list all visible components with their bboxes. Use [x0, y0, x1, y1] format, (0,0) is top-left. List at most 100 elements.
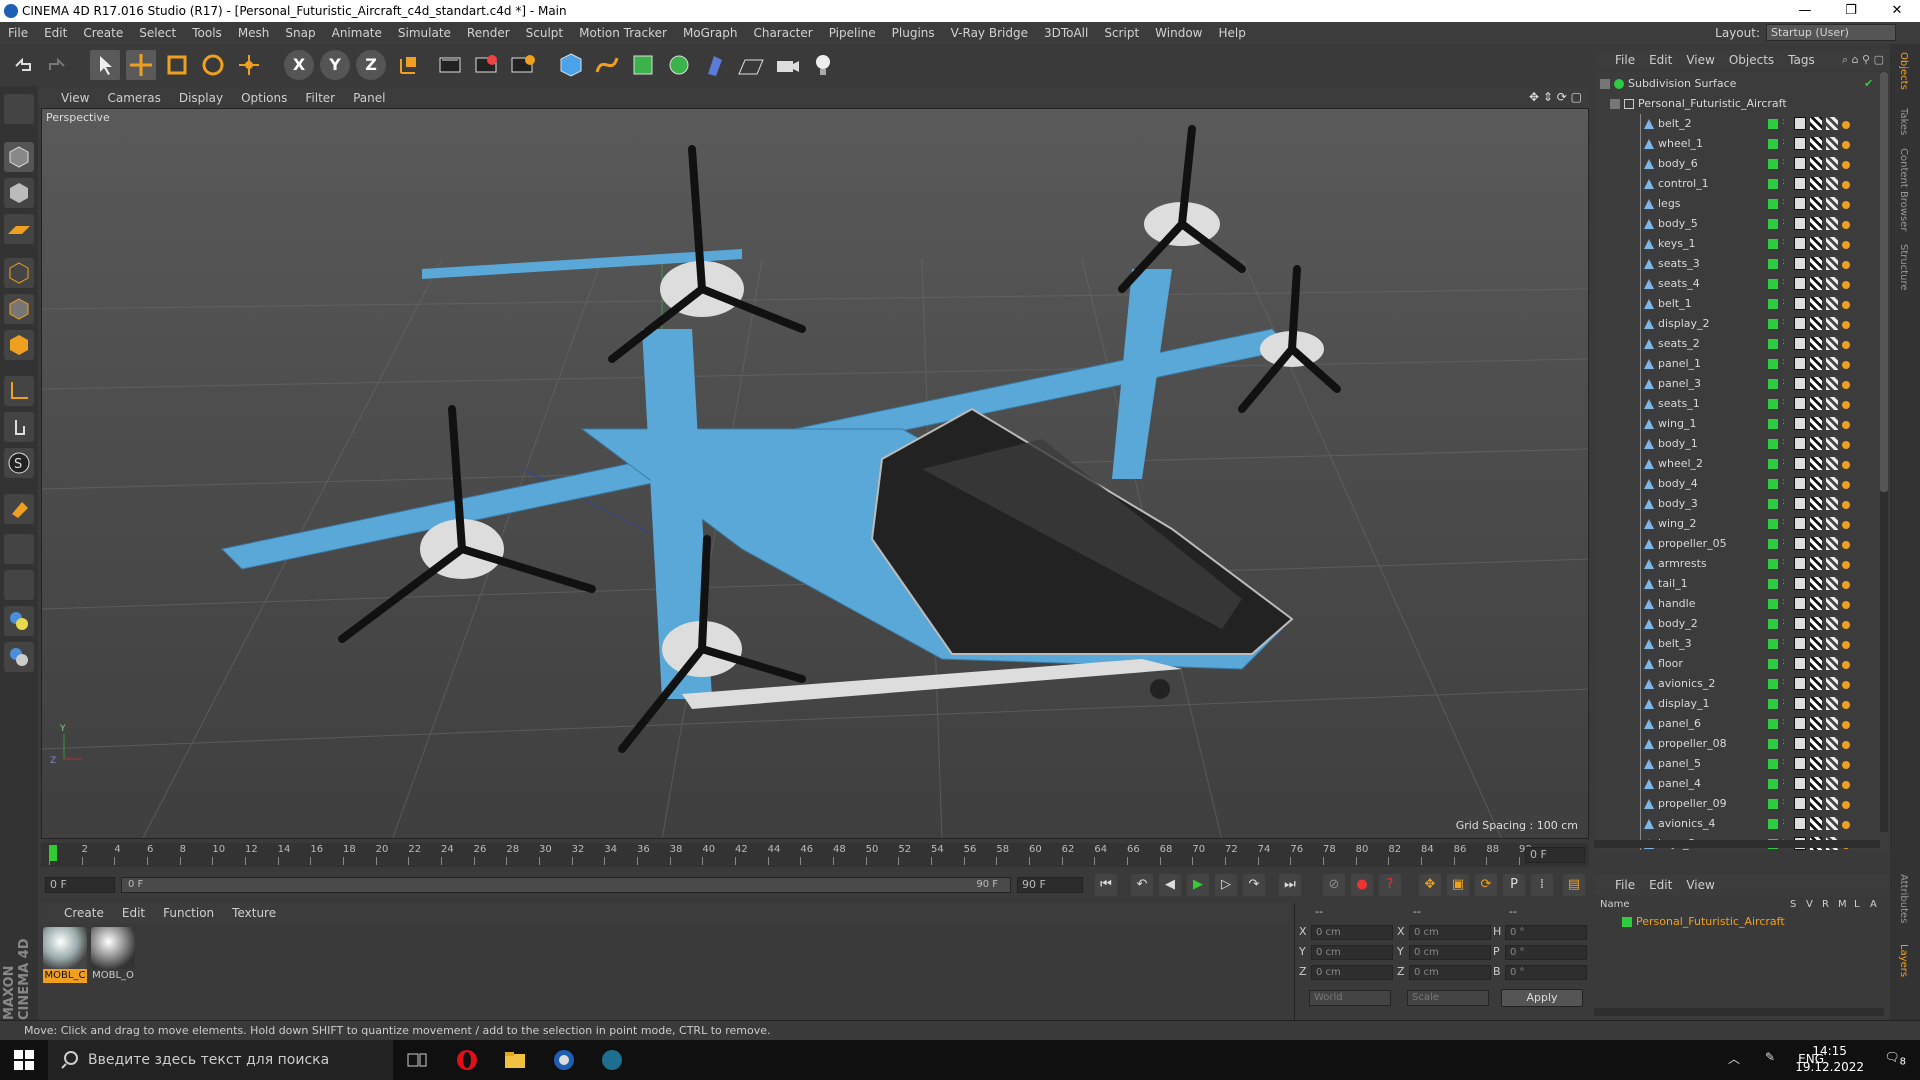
layer-color-icon[interactable] [1768, 679, 1778, 689]
restore-button[interactable]: ❐ [1828, 0, 1874, 22]
material-tag-icon[interactable] [1826, 817, 1838, 830]
visibility-dots-icon[interactable]: : [1782, 697, 1794, 710]
tree-row[interactable]: wheel_1: [1594, 134, 1890, 154]
tree-row[interactable]: body_4: [1594, 474, 1890, 494]
layer-color-icon[interactable] [1768, 119, 1778, 129]
menu-select[interactable]: Select [131, 26, 184, 40]
selection-tag-icon[interactable] [1842, 781, 1850, 789]
tree-row[interactable]: seats_3: [1594, 254, 1890, 274]
tree-row[interactable]: seats_4: [1594, 274, 1890, 294]
visibility-dots-icon[interactable]: : [1782, 797, 1794, 810]
material-tag-icon[interactable] [1826, 137, 1838, 150]
texture-tag-icon[interactable] [1810, 217, 1822, 230]
tree-row[interactable]: avionics_2: [1594, 674, 1890, 694]
next-frame-icon[interactable]: ▷ [1215, 874, 1237, 896]
end-frame-field[interactable]: 0 F [1525, 847, 1585, 863]
phong-tag-icon[interactable] [1794, 377, 1806, 390]
material-menu-function[interactable]: Function [154, 906, 223, 920]
notifications-icon[interactable]: 🗨8 [1884, 1050, 1906, 1067]
play-icon[interactable]: ▶ [1187, 874, 1209, 896]
texture-tag-icon[interactable] [1810, 717, 1822, 730]
python-icon[interactable] [4, 606, 34, 636]
coordinate-system-icon[interactable] [394, 50, 424, 80]
phong-tag-icon[interactable] [1794, 357, 1806, 370]
selection-tag-icon[interactable] [1842, 481, 1850, 489]
snapping-icon[interactable]: S [4, 448, 34, 478]
phong-tag-icon[interactable] [1794, 477, 1806, 490]
layer-menu-edit[interactable]: Edit [1642, 878, 1679, 892]
texture-tag-icon[interactable] [1810, 177, 1822, 190]
visibility-dots-icon[interactable]: : [1782, 597, 1794, 610]
layer-color-icon[interactable] [1768, 479, 1778, 489]
material-tag-icon[interactable] [1826, 537, 1838, 550]
tree-row[interactable]: keys_1: [1594, 234, 1890, 254]
phong-tag-icon[interactable] [1794, 337, 1806, 350]
texture-tag-icon[interactable] [1810, 697, 1822, 710]
texture-tag-icon[interactable] [1810, 377, 1822, 390]
visibility-dots-icon[interactable]: : [1782, 717, 1794, 730]
layer-color-icon[interactable] [1768, 419, 1778, 429]
tree-row[interactable]: panel_3: [1594, 374, 1890, 394]
material-menu-edit[interactable]: Edit [113, 906, 154, 920]
sculpt-grid-icon[interactable] [4, 570, 34, 600]
phong-tag-icon[interactable] [1794, 297, 1806, 310]
current-frame-field[interactable]: 0 F [45, 877, 115, 893]
layer-color-icon[interactable] [1768, 219, 1778, 229]
tree-row[interactable]: panel_1: [1594, 354, 1890, 374]
texture-tag-icon[interactable] [1810, 297, 1822, 310]
layer-color-icon[interactable] [1768, 719, 1778, 729]
visibility-dots-icon[interactable]: : [1782, 497, 1794, 510]
texture-tag-icon[interactable] [1810, 397, 1822, 410]
render-view-icon[interactable] [436, 50, 466, 80]
material-tag-icon[interactable] [1826, 597, 1838, 610]
app-taskbar-icon[interactable] [600, 1048, 624, 1072]
visibility-dots-icon[interactable]: : [1782, 257, 1794, 270]
phong-tag-icon[interactable] [1794, 577, 1806, 590]
previous-frame-icon[interactable]: ◀ [1159, 874, 1181, 896]
layer-color-icon[interactable] [1768, 639, 1778, 649]
make-editable-icon[interactable] [4, 94, 34, 124]
material-tag-icon[interactable] [1826, 477, 1838, 490]
object-menu-objects[interactable]: Objects [1722, 53, 1781, 67]
visibility-dots-icon[interactable]: : [1782, 117, 1794, 130]
texture-tag-icon[interactable] [1810, 737, 1822, 750]
selection-tag-icon[interactable] [1842, 321, 1850, 329]
texture-tag-icon[interactable] [1810, 137, 1822, 150]
deformer-icon[interactable] [700, 50, 730, 80]
viewport-menu-panel[interactable]: Panel [344, 91, 394, 105]
tree-row[interactable]: propeller_09: [1594, 794, 1890, 814]
texture-tag-icon[interactable] [1810, 437, 1822, 450]
texture-tag-icon[interactable] [1810, 497, 1822, 510]
points-mode-icon[interactable] [4, 258, 34, 288]
material-tag-icon[interactable] [1826, 237, 1838, 250]
material-tag-icon[interactable] [1826, 717, 1838, 730]
menu-help[interactable]: Help [1210, 26, 1253, 40]
texture-mode-icon[interactable] [4, 178, 34, 208]
windows-start-icon[interactable] [12, 1048, 36, 1072]
selection-tag-icon[interactable] [1842, 521, 1850, 529]
tree-row[interactable]: display_2: [1594, 314, 1890, 334]
phong-tag-icon[interactable] [1794, 597, 1806, 610]
texture-tag-icon[interactable] [1810, 537, 1822, 550]
menu-tools[interactable]: Tools [184, 26, 230, 40]
magnet-icon[interactable] [4, 494, 34, 524]
selection-tag-icon[interactable] [1842, 681, 1850, 689]
visibility-dots-icon[interactable]: : [1782, 457, 1794, 470]
visibility-dots-icon[interactable]: : [1782, 557, 1794, 570]
material-tag-icon[interactable] [1826, 577, 1838, 590]
texture-tag-icon[interactable] [1810, 517, 1822, 530]
object-list-scrollbar[interactable] [1880, 72, 1888, 832]
layer-color-icon[interactable] [1768, 619, 1778, 629]
material-tag-icon[interactable] [1826, 157, 1838, 170]
layer-color-icon[interactable] [1768, 459, 1778, 469]
selection-tag-icon[interactable] [1842, 121, 1850, 129]
phong-tag-icon[interactable] [1794, 397, 1806, 410]
size-z-field[interactable]: 0 cm [1409, 965, 1491, 980]
selection-tag-icon[interactable] [1842, 701, 1850, 709]
material-tag-icon[interactable] [1826, 557, 1838, 570]
visibility-dots-icon[interactable]: : [1782, 537, 1794, 550]
visibility-dots-icon[interactable]: : [1782, 377, 1794, 390]
selection-tag-icon[interactable] [1842, 621, 1850, 629]
material-tag-icon[interactable] [1826, 257, 1838, 270]
file-explorer-icon[interactable] [503, 1048, 527, 1072]
